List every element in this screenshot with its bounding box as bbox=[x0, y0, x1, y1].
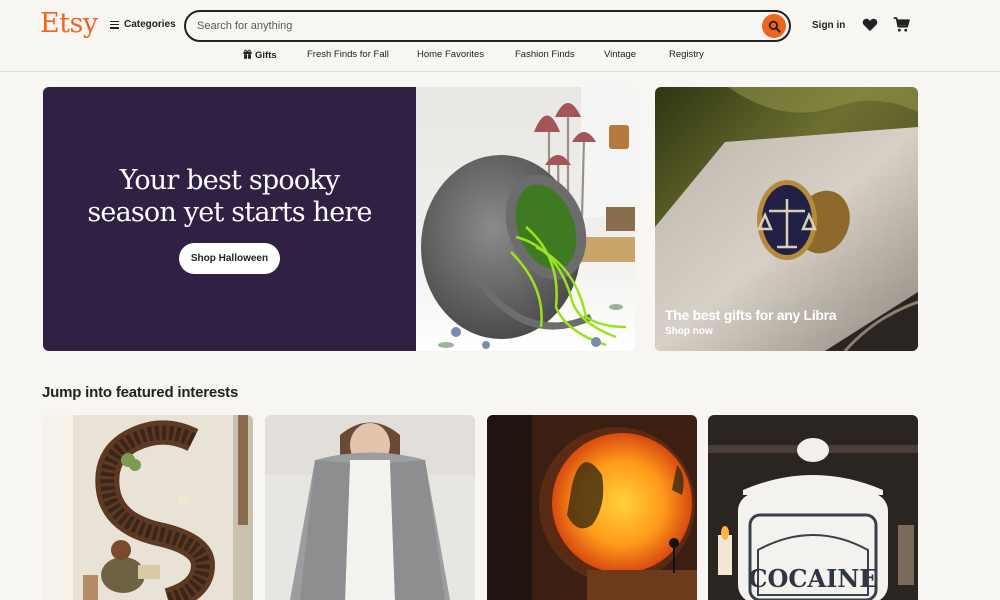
halloween-hero-banner[interactable]: Your best spooky season yet starts here … bbox=[43, 87, 635, 351]
shop-halloween-button[interactable]: Shop Halloween bbox=[179, 243, 280, 274]
hero-title-line-1: Your best spooky bbox=[119, 165, 340, 196]
header: Etsy Categories Sign in Gifts bbox=[0, 0, 1000, 72]
sunset-lamp-image bbox=[487, 415, 697, 600]
crochet-cauldron-image bbox=[416, 87, 635, 351]
search-button[interactable] bbox=[762, 14, 786, 38]
featured-card-shawl[interactable] bbox=[265, 415, 475, 600]
featured-card-apothecary-jar[interactable]: COCAINE bbox=[708, 415, 918, 600]
hero-title: Your best spooky season yet starts here bbox=[43, 165, 416, 229]
svg-text:COCAINE: COCAINE bbox=[748, 564, 877, 593]
apothecary-jar-image: COCAINE bbox=[708, 415, 918, 600]
nav-item-vintage[interactable]: Vintage bbox=[604, 49, 636, 60]
menu-icon bbox=[110, 20, 119, 29]
libra-promo-title: The best gifts for any Libra bbox=[665, 307, 837, 323]
nav-item-gifts[interactable]: Gifts bbox=[243, 49, 277, 61]
libra-gifts-promo[interactable]: The best gifts for any Libra Shop now bbox=[655, 87, 918, 351]
s-bookshelf-image bbox=[43, 415, 253, 600]
featured-card-bookshelf[interactable] bbox=[43, 415, 253, 600]
hero-title-line-2: season yet starts here bbox=[87, 197, 372, 228]
etsy-logo[interactable]: Etsy bbox=[40, 8, 98, 39]
nav-label-gifts: Gifts bbox=[255, 50, 277, 61]
featured-interests-heading: Jump into featured interests bbox=[42, 384, 239, 401]
nav-item-registry[interactable]: Registry bbox=[669, 49, 704, 60]
cart-icon[interactable] bbox=[893, 16, 910, 33]
hero-text-panel: Your best spooky season yet starts here … bbox=[43, 87, 416, 351]
sign-in-link[interactable]: Sign in bbox=[812, 20, 845, 31]
categories-label: Categories bbox=[124, 19, 176, 30]
search-bar bbox=[184, 10, 791, 42]
shop-now-link[interactable]: Shop now bbox=[665, 326, 713, 337]
search-icon bbox=[768, 20, 781, 33]
nav-item-fresh-finds[interactable]: Fresh Finds for Fall bbox=[307, 49, 389, 60]
nav-item-fashion-finds[interactable]: Fashion Finds bbox=[515, 49, 575, 60]
gray-shawl-image bbox=[265, 415, 475, 600]
favorites-heart-icon[interactable] bbox=[862, 17, 878, 32]
featured-card-sunset-lamp[interactable] bbox=[487, 415, 697, 600]
gift-icon bbox=[243, 49, 252, 59]
nav-item-home-favorites[interactable]: Home Favorites bbox=[417, 49, 484, 60]
categories-button[interactable]: Categories bbox=[110, 19, 176, 30]
search-input[interactable] bbox=[197, 18, 747, 34]
category-nav: Gifts Fresh Finds for Fall Home Favorite… bbox=[0, 49, 1000, 65]
